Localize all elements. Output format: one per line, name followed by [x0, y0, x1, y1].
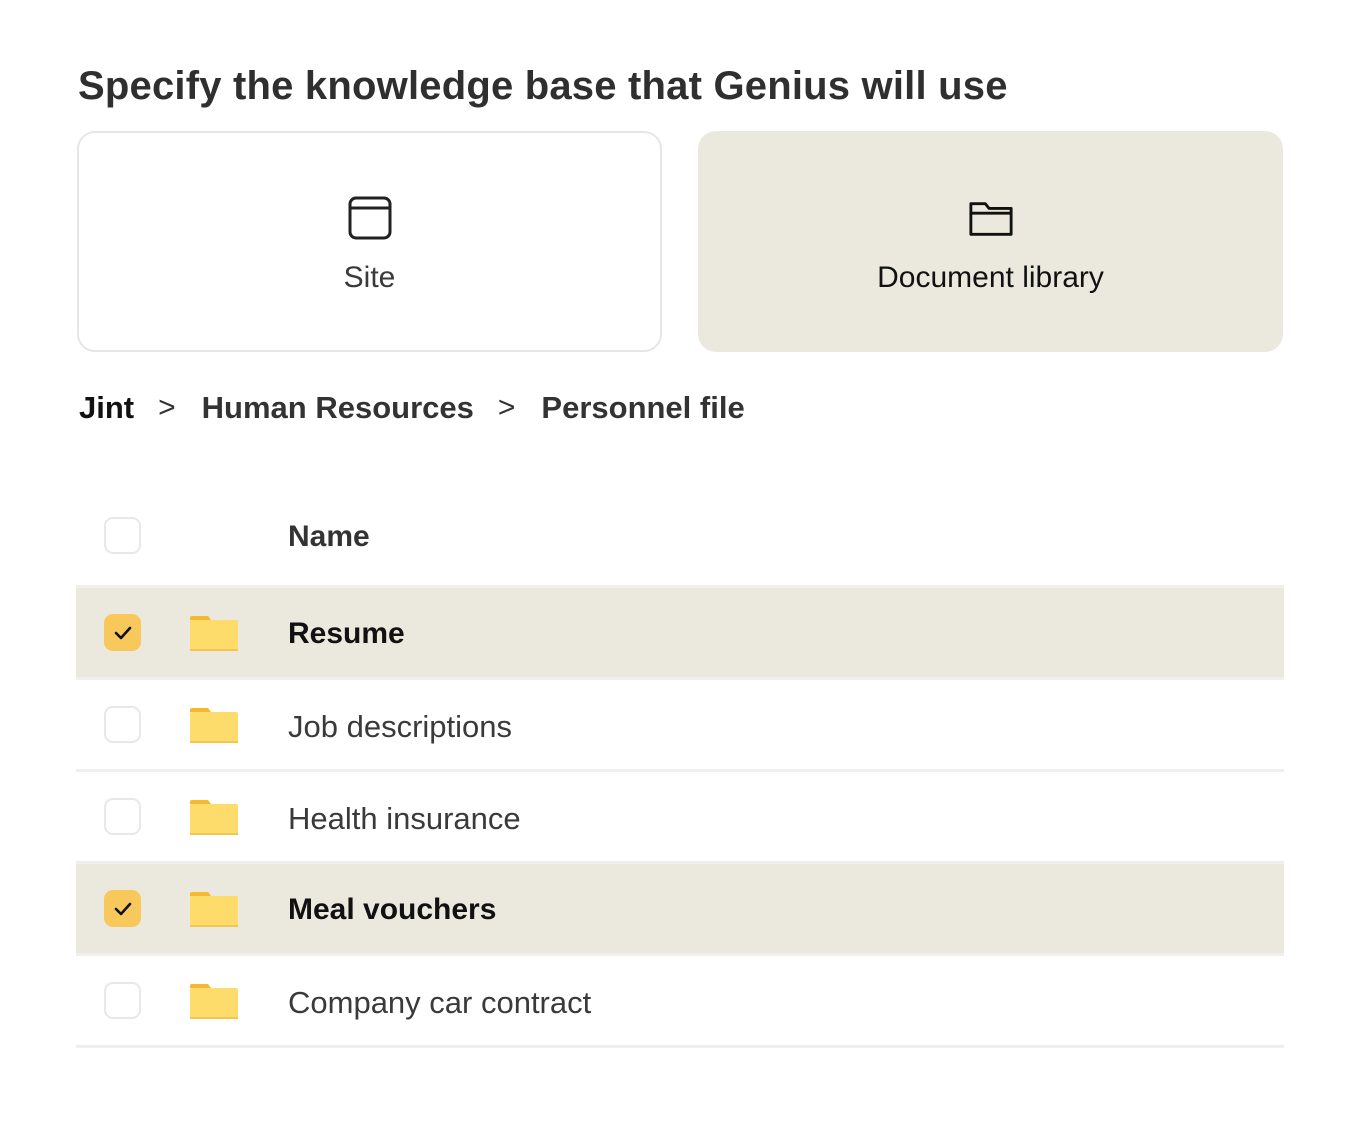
folder-icon [190, 616, 238, 651]
row-checkbox[interactable] [104, 982, 141, 1019]
row-checkbox[interactable] [104, 706, 141, 743]
table-row[interactable]: Resume [76, 588, 1284, 680]
folder-name[interactable]: Resume [288, 617, 405, 651]
checkmark-icon [114, 902, 132, 916]
name-column-header[interactable]: Name [288, 520, 370, 554]
row-checkbox[interactable] [104, 890, 141, 927]
document-library-option-card[interactable]: Document library [698, 131, 1283, 352]
breadcrumb-item-human-resources[interactable]: Human Resources [202, 390, 474, 426]
breadcrumb-separator: > [158, 391, 176, 424]
folder-icon [190, 708, 238, 743]
breadcrumb-separator: > [497, 391, 516, 424]
folder-name[interactable]: Job descriptions [288, 709, 512, 745]
checkmark-icon [114, 626, 132, 640]
folder-name[interactable]: Company car contract [288, 985, 591, 1021]
browser-window-icon [348, 196, 391, 239]
table-header: Name [76, 492, 1284, 588]
folder-name[interactable]: Meal vouchers [288, 893, 496, 927]
table-row[interactable]: Health insurance [76, 772, 1284, 864]
folder-icon [190, 800, 238, 835]
folder-table: Name Resume Job descriptions Health insu… [76, 492, 1284, 1048]
site-option-label: Site [343, 260, 396, 294]
row-checkbox[interactable] [104, 798, 141, 835]
row-checkbox[interactable] [104, 614, 141, 651]
breadcrumb-item-personnel-file[interactable]: Personnel file [541, 390, 744, 426]
folder-name[interactable]: Health insurance [288, 801, 521, 837]
knowledge-base-selector: Specify the knowledge base that Genius w… [0, 0, 1355, 1122]
select-all-checkbox[interactable] [104, 517, 141, 554]
table-row[interactable]: Meal vouchers [76, 864, 1284, 956]
table-row[interactable]: Company car contract [76, 956, 1284, 1048]
table-row[interactable]: Job descriptions [76, 680, 1284, 772]
folder-icon [190, 892, 238, 927]
page-title: Specify the knowledge base that Genius w… [78, 64, 1008, 108]
site-option-card[interactable]: Site [77, 131, 662, 352]
document-library-option-label: Document library [877, 260, 1104, 294]
breadcrumb-item-jint[interactable]: Jint [79, 390, 134, 426]
breadcrumb: Jint > Human Resources > Personnel file [79, 390, 745, 426]
folder-outline-icon [968, 201, 1013, 236]
folder-icon [190, 984, 238, 1019]
